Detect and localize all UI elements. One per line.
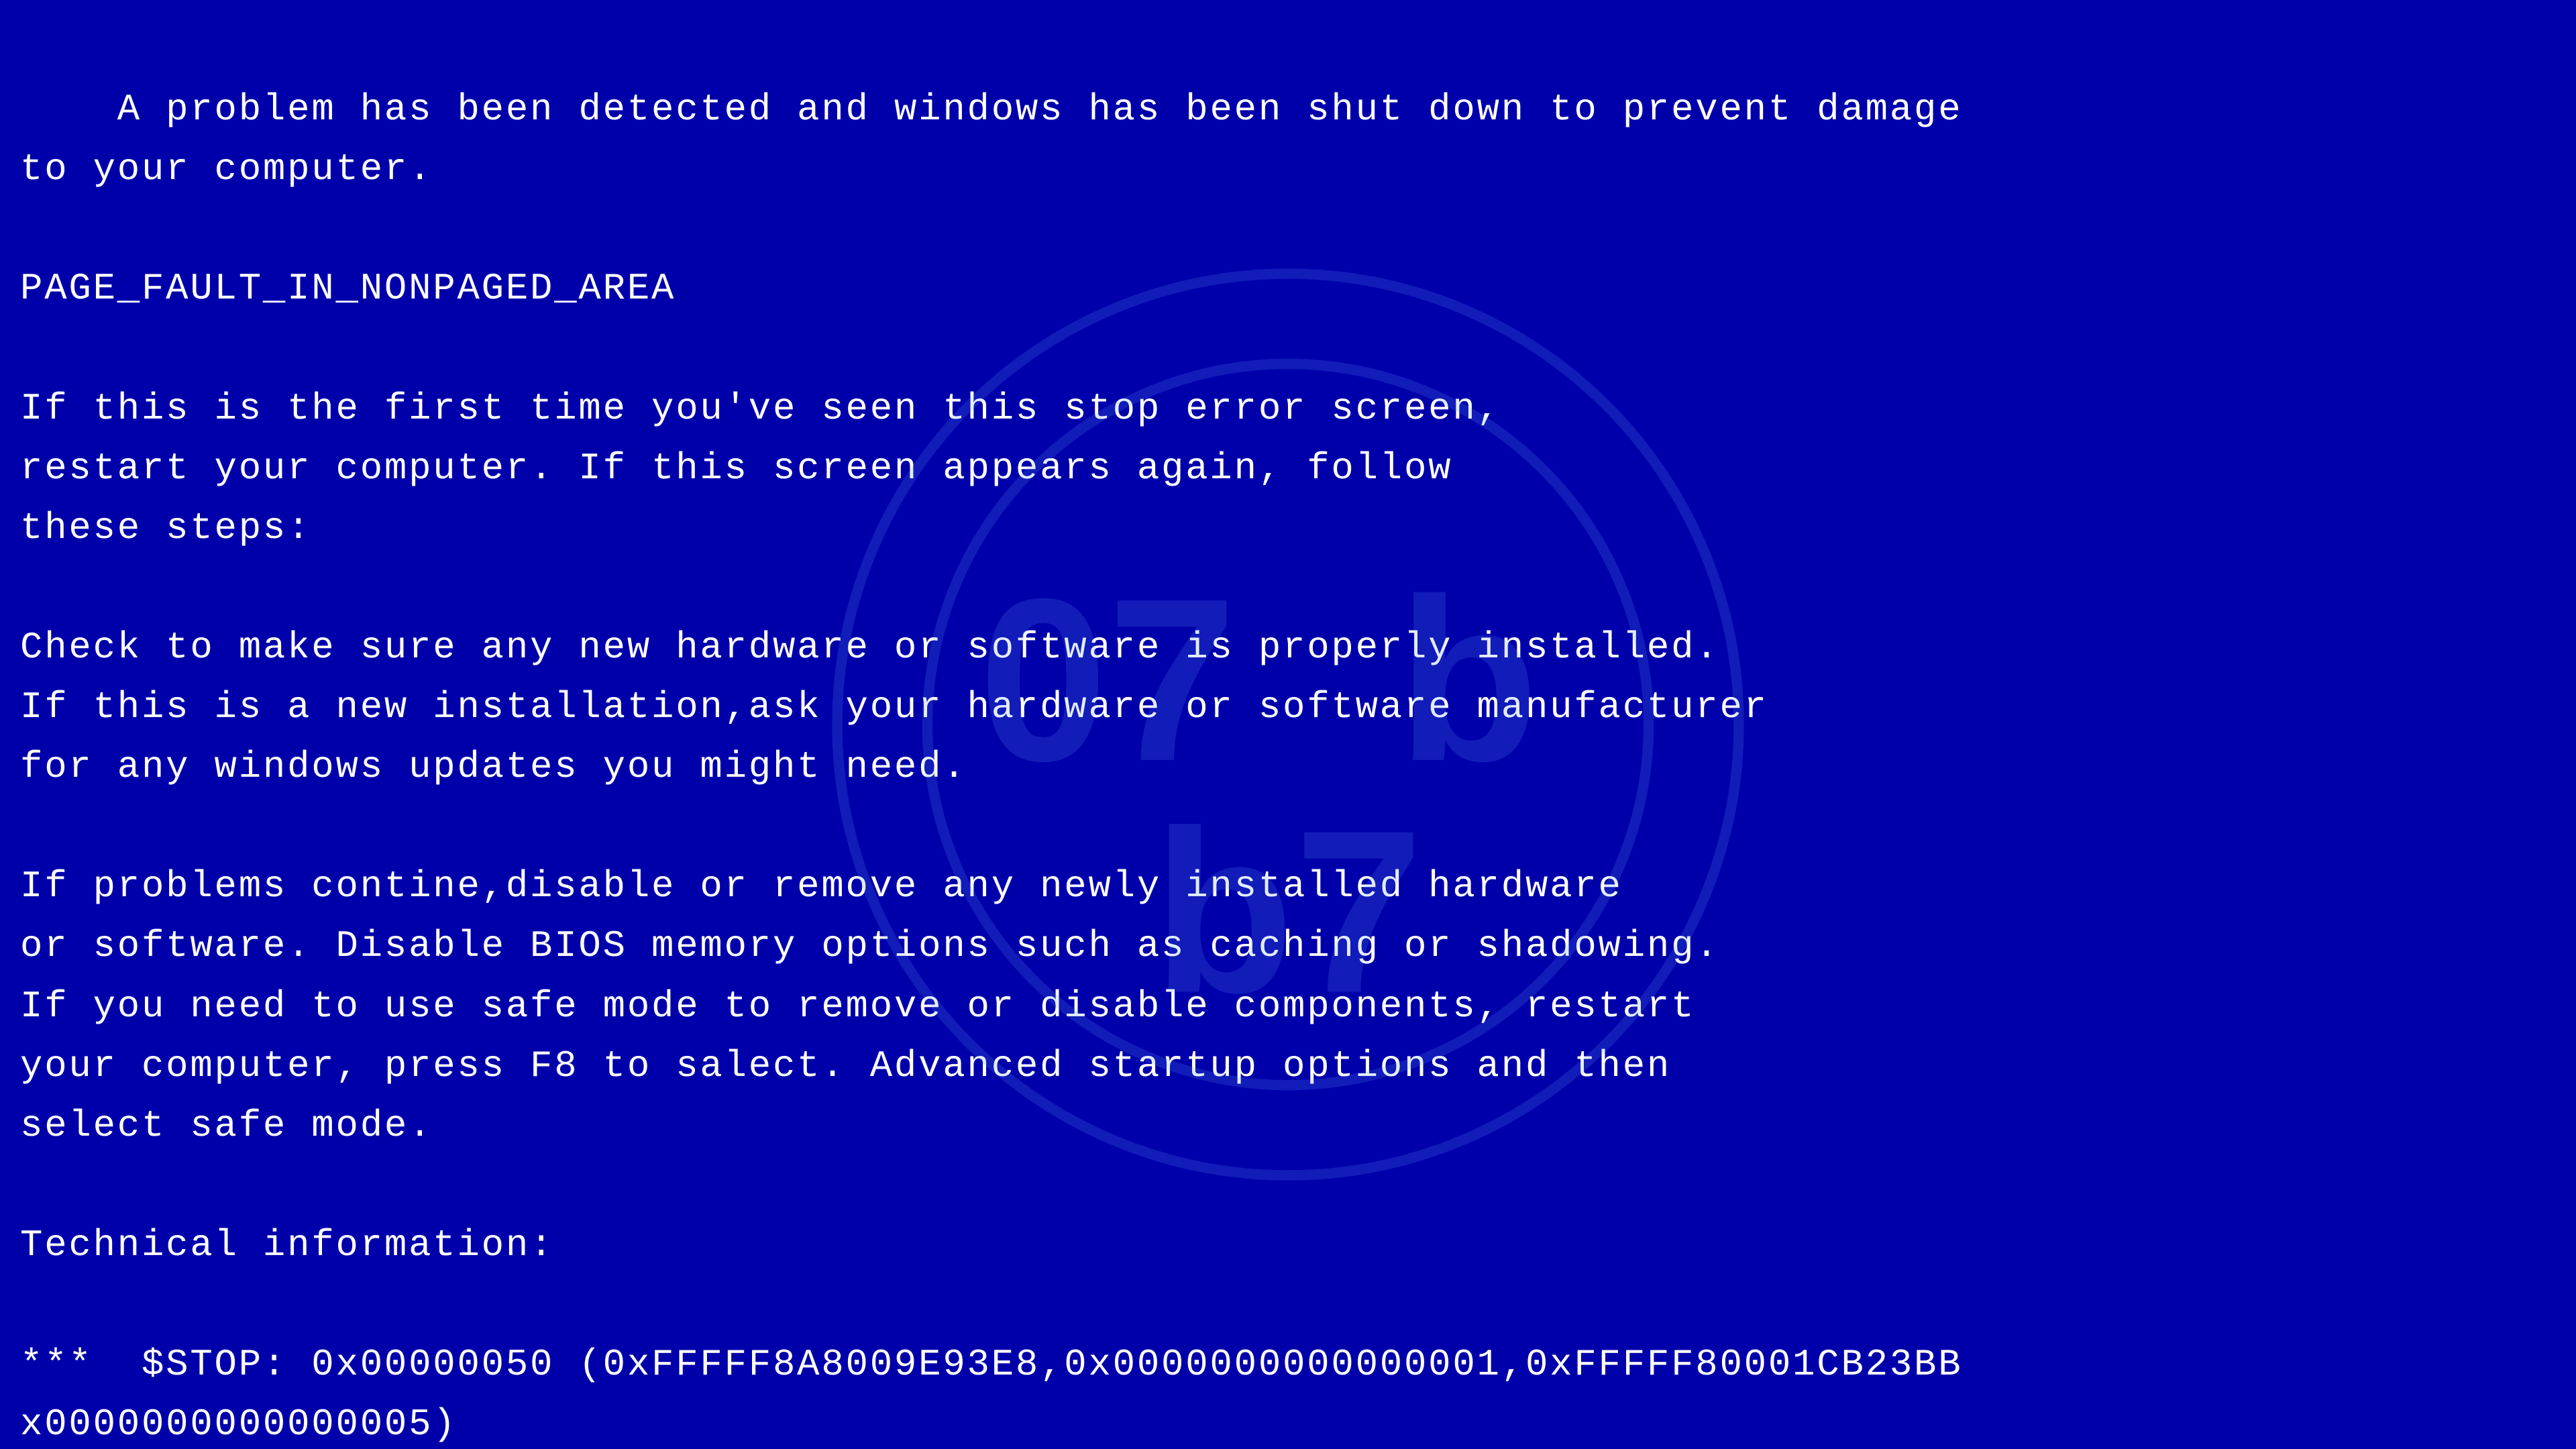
check-hardware-line3: for any windows updates you might need. xyxy=(20,746,967,788)
header-line1: A problem has been detected and windows … xyxy=(117,89,1963,131)
problems-line4: your computer, press F8 to salect. Advan… xyxy=(20,1045,1671,1087)
tech-label: Technical information: xyxy=(20,1224,554,1267)
check-hardware-line1: Check to make sure any new hardware or s… xyxy=(20,627,1719,669)
problems-line1: If problems contine,disable or remove an… xyxy=(20,865,1623,908)
first-time-line1: If this is the first time you've seen th… xyxy=(20,388,1501,430)
error-code: PAGE_FAULT_IN_NONPAGED_AREA xyxy=(20,268,676,310)
first-time-line2: restart your computer. If this screen ap… xyxy=(20,447,1452,490)
problems-line2: or software. Disable BIOS memory options… xyxy=(20,925,1719,967)
stop-line1: *** $STOP: 0x00000050 (0xFFFFF8A8009E93E… xyxy=(20,1344,1962,1386)
problems-line3: If you need to use safe mode to remove o… xyxy=(20,985,1695,1028)
check-hardware-line2: If this is a new installation,ask your h… xyxy=(20,686,1768,729)
bsod-screen: 07 b b7 A problem has been detected and … xyxy=(0,0,2576,1449)
problems-line5: select safe mode. xyxy=(20,1105,433,1147)
first-time-line3: these steps: xyxy=(20,507,311,549)
header-line2: to your computer. xyxy=(20,148,433,191)
stop-line2: x0000000000000005) xyxy=(20,1403,457,1446)
bsod-content: A problem has been detected and windows … xyxy=(20,20,2556,1449)
